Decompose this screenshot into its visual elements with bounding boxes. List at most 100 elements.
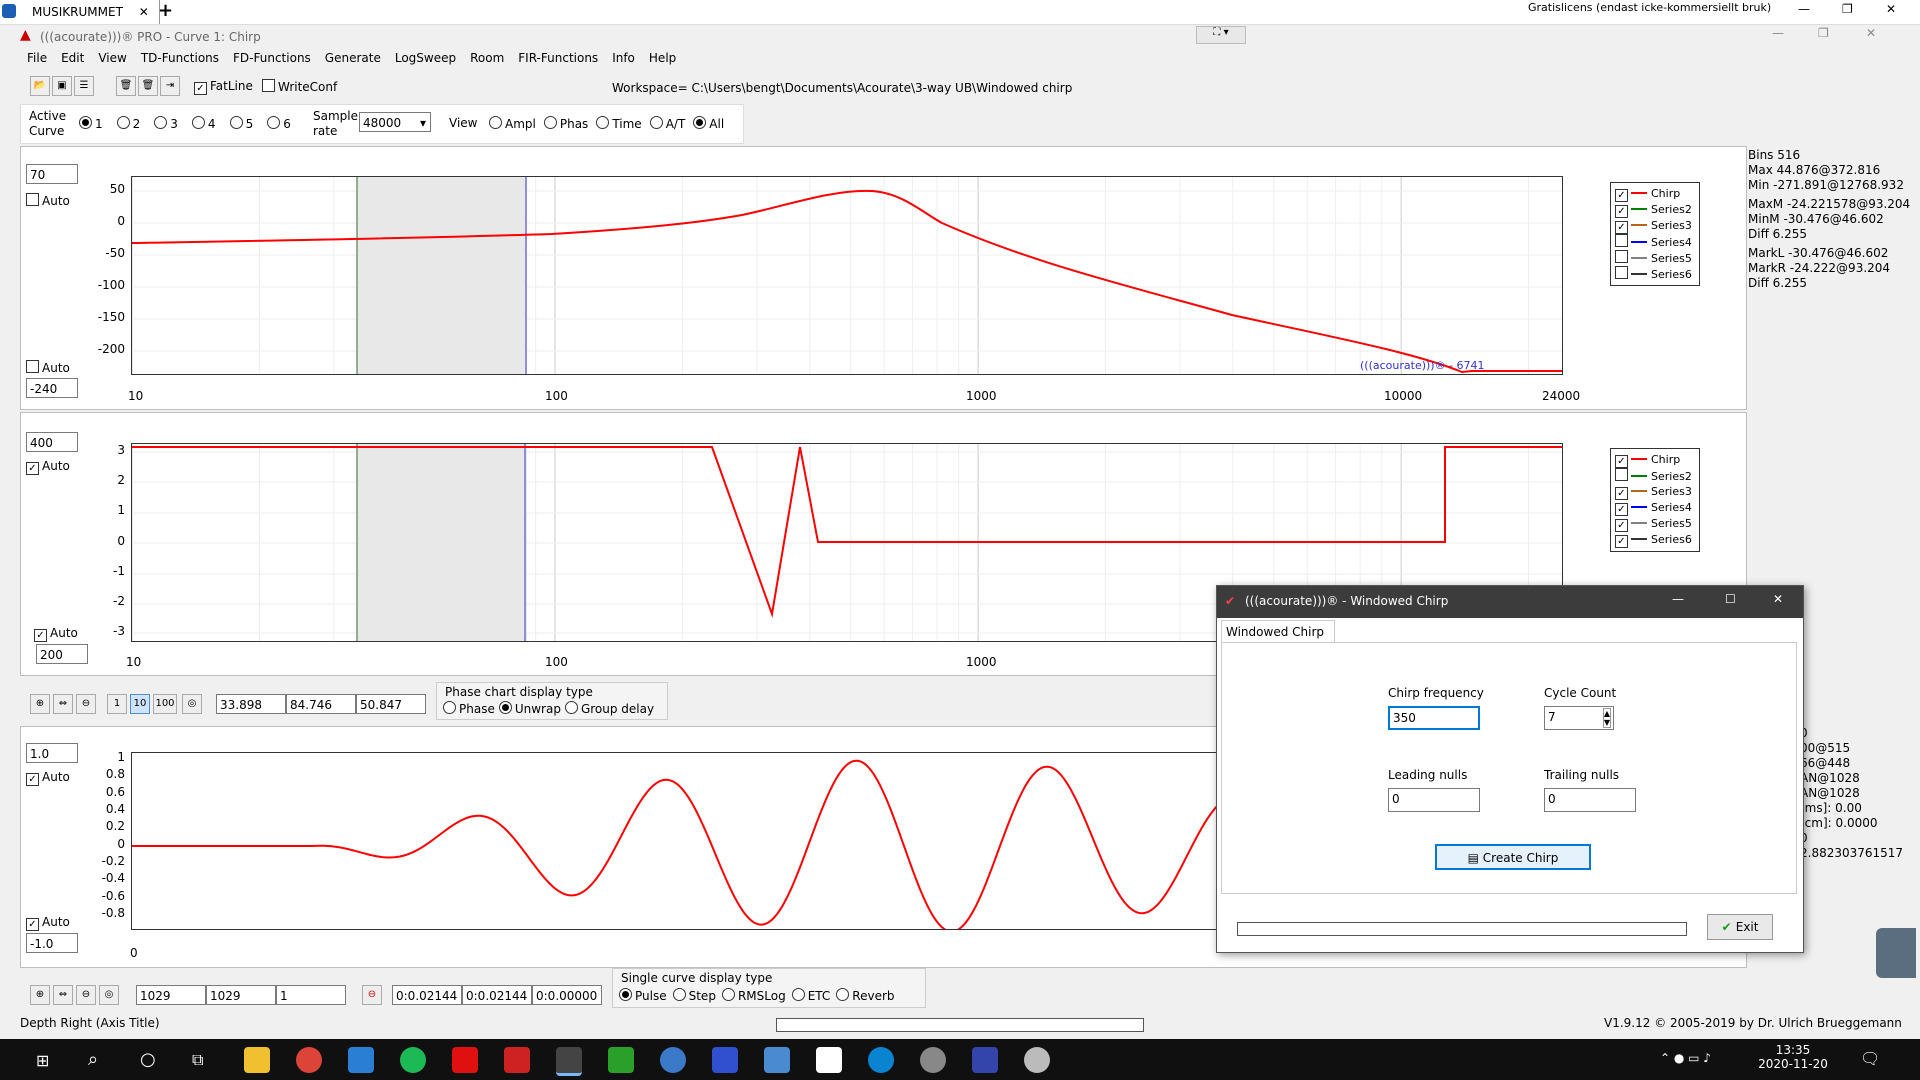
restore-icon[interactable]: ❐ — [1842, 2, 1853, 16]
time-field-3[interactable]: 0:0.00000 — [532, 985, 602, 1005]
reset-icon[interactable]: ⊖ — [362, 985, 382, 1005]
plot1-auto-bottom-checkbox[interactable]: Auto — [26, 360, 70, 375]
legend2-item-series3[interactable]: ✓ Series3 — [1615, 484, 1695, 500]
app-close-icon[interactable]: ✕ — [1866, 26, 1876, 40]
plot3-auto-bottom-checkbox[interactable]: ✓ Auto — [26, 915, 70, 931]
plot2-auto-top-checkbox[interactable]: ✓ Auto — [26, 459, 70, 475]
delete-icon[interactable]: 🗑 — [138, 76, 158, 96]
minimize-icon[interactable]: — — [1798, 2, 1810, 16]
time-field-2[interactable]: 0:0.02144 — [462, 985, 532, 1005]
legend2-item-chirp[interactable]: ✓ Chirp — [1615, 452, 1695, 468]
sample-field-2[interactable]: 1029 — [206, 985, 276, 1005]
writeconf-checkbox[interactable]: WriteConf — [262, 79, 337, 94]
legend1-item-series2[interactable]: ✓ Series2 — [1615, 202, 1695, 218]
rew-icon[interactable] — [972, 1047, 998, 1073]
media-player-icon[interactable] — [608, 1047, 634, 1073]
time-target-icon[interactable]: ◎ — [99, 985, 119, 1005]
view-radio-phas[interactable]: Phas — [543, 116, 588, 131]
legend2-item-series6[interactable]: ✓ Series6 — [1615, 532, 1695, 548]
single-radio-pulse[interactable]: Pulse — [619, 988, 667, 1003]
new-tab-icon[interactable]: + — [158, 0, 173, 22]
network-app-icon[interactable] — [712, 1047, 738, 1073]
zoom-100-button[interactable]: 100 — [153, 694, 177, 714]
app-minimize-icon[interactable]: — — [1772, 26, 1784, 40]
view-radio-all[interactable]: All — [693, 116, 724, 131]
curve-radio-4[interactable]: 4 — [191, 116, 216, 131]
legend1-item-chirp[interactable]: ✓ Chirp — [1615, 186, 1695, 202]
menu-generate[interactable]: Generate — [325, 51, 381, 65]
chirp-frequency-input[interactable]: 350 — [1388, 706, 1480, 730]
view-radio-time[interactable]: Time — [596, 116, 642, 131]
menu-logsweep[interactable]: LogSweep — [395, 51, 456, 65]
sample-field-1[interactable]: 1029 — [136, 985, 206, 1005]
dialog-tab[interactable]: Windowed Chirp — [1221, 620, 1335, 643]
plot1-min-input[interactable]: -240 — [26, 378, 78, 398]
dsp-icon[interactable] — [920, 1047, 946, 1073]
menu-edit[interactable]: Edit — [61, 51, 84, 65]
leading-nulls-input[interactable]: 0 — [1388, 788, 1480, 812]
plot2-max-input[interactable]: 400 — [26, 432, 78, 452]
menu-room[interactable]: Room — [470, 51, 504, 65]
time-fit-icon[interactable]: ⇔ — [53, 985, 73, 1005]
open-icon[interactable]: 📂 — [30, 76, 50, 96]
search-icon[interactable]: ⌕ — [88, 1049, 98, 1070]
side-tool-icon[interactable] — [1876, 928, 1916, 978]
task-view-icon[interactable]: ⧉ — [192, 1050, 203, 1070]
save-icon[interactable]: ▣ — [52, 76, 72, 96]
zoom-field-1[interactable]: 33.898 — [216, 694, 286, 714]
zoom-10-button[interactable]: 10 — [130, 694, 150, 714]
video-icon[interactable] — [660, 1047, 686, 1073]
curve-radio-6[interactable]: 6 — [267, 116, 291, 131]
document-app-icon[interactable] — [816, 1047, 842, 1073]
zoom-field-3[interactable]: 50.847 — [356, 694, 426, 714]
exit-button[interactable]: ✔ Exit — [1707, 914, 1773, 940]
dialog-close-icon[interactable]: ✕ — [1773, 592, 1783, 606]
curve-radio-3[interactable]: 3 — [154, 116, 178, 131]
dialog-maximize-icon[interactable]: ☐ — [1725, 592, 1736, 606]
legend2-item-series4[interactable]: ✓ Series4 — [1615, 500, 1695, 516]
clock[interactable]: 13:35 2020-11-20 — [1758, 1043, 1828, 1071]
view-radio-a-t[interactable]: A/T — [649, 116, 685, 131]
fit-horizontal-icon[interactable]: ⇔ — [53, 694, 73, 714]
tool-icon[interactable] — [1024, 1047, 1050, 1073]
system-tray-icons[interactable]: ⌃ ● ▭ ♪ — [1660, 1051, 1711, 1065]
dialog-minimize-icon[interactable]: — — [1672, 592, 1684, 606]
spotify-icon[interactable] — [400, 1047, 426, 1073]
menu-view[interactable]: View — [98, 51, 126, 65]
plot2-min-input[interactable]: 200 — [36, 644, 88, 664]
close-tab-icon[interactable]: ✕ — [139, 5, 149, 19]
list-icon[interactable]: ☰ — [74, 76, 94, 96]
amplitude-plot[interactable]: (((acourate)))® - 6741 — [131, 176, 1563, 375]
file-explorer-icon[interactable] — [244, 1047, 270, 1073]
legend1-item-series5[interactable]: Series5 — [1615, 250, 1695, 266]
target-icon[interactable]: ◎ — [182, 694, 202, 714]
start-icon[interactable]: ⊞ — [36, 1051, 49, 1070]
time-zoom-in-icon[interactable]: ⊕ — [30, 985, 50, 1005]
delete-all-icon[interactable]: 🗑 — [116, 76, 136, 96]
curve-radio-2[interactable]: 2 — [116, 116, 140, 131]
plot3-min-input[interactable]: -1.0 — [26, 933, 78, 953]
plot1-auto-top-checkbox[interactable]: Auto — [26, 193, 70, 208]
plot3-max-input[interactable]: 1.0 — [26, 743, 78, 763]
time-field-1[interactable]: 0:0.02144 — [392, 985, 462, 1005]
notification-icon[interactable]: 🗨 — [1860, 1049, 1880, 1068]
menu-fir-functions[interactable]: FIR-Functions — [518, 51, 598, 65]
edge-icon[interactable] — [868, 1047, 894, 1073]
view-radio-ampl[interactable]: Ampl — [489, 116, 536, 131]
export-icon[interactable]: ⇥ — [160, 76, 180, 96]
t-app-icon[interactable] — [452, 1047, 478, 1073]
legend2-item-series2[interactable]: Series2 — [1615, 468, 1695, 484]
acourate-active-icon[interactable] — [556, 1047, 582, 1076]
mail-icon[interactable] — [348, 1047, 374, 1073]
plot3-auto-top-checkbox[interactable]: ✓ Auto — [26, 770, 70, 786]
chrome-icon[interactable] — [296, 1047, 322, 1073]
menu-info[interactable]: Info — [612, 51, 635, 65]
phase-radio-unwrap[interactable]: Unwrap — [498, 701, 561, 716]
browser-tab[interactable]: MUSIKRUMMET ✕ — [22, 0, 160, 24]
plot2-auto-bottom-checkbox[interactable]: ✓ Auto — [34, 626, 78, 642]
legend1-item-series6[interactable]: Series6 — [1615, 266, 1695, 282]
close-icon[interactable]: ✕ — [1886, 2, 1896, 16]
single-radio-rmslog[interactable]: RMSLog — [721, 988, 786, 1003]
plot1-max-input[interactable]: 70 — [26, 164, 78, 184]
time-zoom-out-icon[interactable]: ⊖ — [76, 985, 96, 1005]
